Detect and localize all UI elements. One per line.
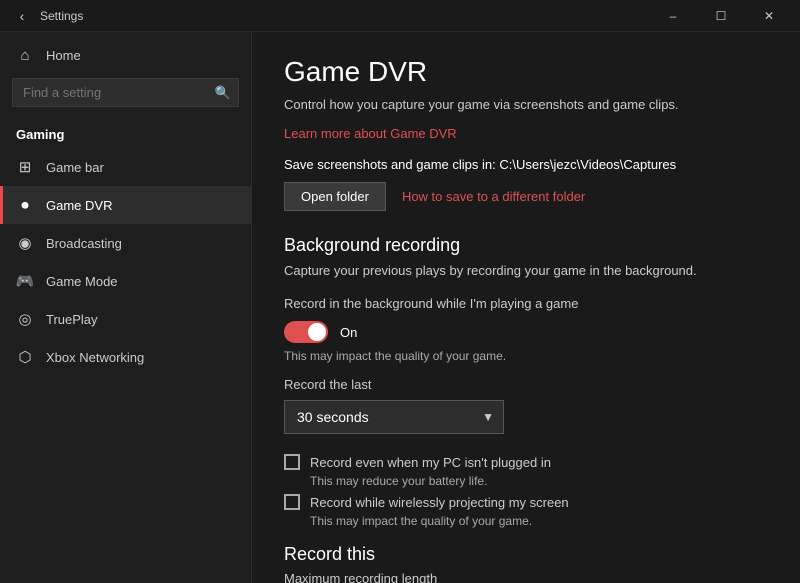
- change-folder-link[interactable]: How to save to a different folder: [402, 189, 585, 204]
- sidebar-item-game-bar[interactable]: ⊞ Game bar: [0, 148, 251, 186]
- window-controls: – ☐ ✕: [650, 0, 792, 32]
- plugged-in-hint: This may reduce your battery life.: [310, 474, 768, 488]
- sidebar: ⌂ Home 🔍 Gaming ⊞ Game bar ⏺ Game DVR ◉ …: [0, 32, 252, 583]
- wireless-project-checkbox-label[interactable]: Record while wirelessly projecting my sc…: [310, 495, 569, 510]
- record-last-dropdown[interactable]: 30 seconds 1 minute 2 minutes 5 minutes …: [284, 400, 504, 434]
- sidebar-item-label-game-bar: Game bar: [46, 160, 104, 175]
- sidebar-item-xbox-networking[interactable]: ⬡ Xbox Networking: [0, 338, 251, 376]
- plugged-in-checkbox[interactable]: [284, 454, 300, 470]
- main-layout: ⌂ Home 🔍 Gaming ⊞ Game bar ⏺ Game DVR ◉ …: [0, 32, 800, 583]
- background-recording-title: Background recording: [284, 235, 768, 256]
- search-input[interactable]: [12, 78, 239, 107]
- maximize-button[interactable]: ☐: [698, 0, 744, 32]
- title-bar-title: Settings: [40, 9, 83, 23]
- background-record-toggle-row: On: [284, 321, 768, 343]
- background-recording-description: Capture your previous plays by recording…: [284, 262, 768, 280]
- sidebar-item-label-xbox-networking: Xbox Networking: [46, 350, 144, 365]
- home-label: Home: [46, 48, 81, 63]
- search-box: 🔍: [12, 78, 239, 107]
- toggle-hint: This may impact the quality of your game…: [284, 349, 768, 363]
- save-path-row: Save screenshots and game clips in: C:\U…: [284, 157, 768, 172]
- toggle-knob: [308, 323, 326, 341]
- minimize-button[interactable]: –: [650, 0, 696, 32]
- record-last-label: Record the last: [284, 377, 768, 392]
- sidebar-item-label-broadcasting: Broadcasting: [46, 236, 122, 251]
- plugged-in-checkbox-label[interactable]: Record even when my PC isn't plugged in: [310, 455, 551, 470]
- sidebar-item-trueplay[interactable]: ◎ TruePlay: [0, 300, 251, 338]
- background-record-toggle[interactable]: [284, 321, 328, 343]
- save-path-value: C:\Users\jezc\Videos\Captures: [499, 157, 676, 172]
- search-icon: 🔍: [215, 85, 231, 101]
- toggle-setting-label: Record in the background while I'm playi…: [284, 296, 768, 311]
- game-dvr-icon: ⏺: [16, 196, 34, 214]
- close-button[interactable]: ✕: [746, 0, 792, 32]
- wireless-project-checkbox-row: Record while wirelessly projecting my sc…: [284, 494, 768, 510]
- sidebar-item-label-game-dvr: Game DVR: [46, 198, 112, 213]
- wireless-project-hint: This may impact the quality of your game…: [310, 514, 768, 528]
- trueplay-icon: ◎: [16, 310, 34, 328]
- sidebar-item-game-dvr[interactable]: ⏺ Game DVR: [0, 186, 251, 224]
- back-button[interactable]: ‹: [8, 2, 36, 30]
- button-row: Open folder How to save to a different f…: [284, 182, 768, 211]
- page-description: Control how you capture your game via sc…: [284, 96, 768, 114]
- record-this-title: Record this: [284, 544, 768, 565]
- sidebar-item-home[interactable]: ⌂ Home: [0, 32, 251, 78]
- sidebar-item-label-trueplay: TruePlay: [46, 312, 98, 327]
- sidebar-section-gaming: Gaming: [0, 119, 251, 148]
- record-last-dropdown-container: 30 seconds 1 minute 2 minutes 5 minutes …: [284, 400, 504, 434]
- title-bar: ‹ Settings – ☐ ✕: [0, 0, 800, 32]
- home-icon: ⌂: [16, 46, 34, 64]
- page-title: Game DVR: [284, 56, 768, 88]
- plugged-in-checkbox-row: Record even when my PC isn't plugged in: [284, 454, 768, 470]
- sidebar-item-broadcasting[interactable]: ◉ Broadcasting: [0, 224, 251, 262]
- save-path-label: Save screenshots and game clips in:: [284, 157, 496, 172]
- content-area: Game DVR Control how you capture your ga…: [252, 32, 800, 583]
- broadcasting-icon: ◉: [16, 234, 34, 252]
- learn-more-link[interactable]: Learn more about Game DVR: [284, 126, 768, 141]
- sidebar-item-game-mode[interactable]: 🎮 Game Mode: [0, 262, 251, 300]
- toggle-state-label: On: [340, 325, 357, 340]
- record-last-dropdown-wrap: 30 seconds 1 minute 2 minutes 5 minutes …: [284, 400, 768, 434]
- sidebar-item-label-game-mode: Game Mode: [46, 274, 118, 289]
- max-recording-label: Maximum recording length: [284, 571, 768, 583]
- wireless-project-checkbox[interactable]: [284, 494, 300, 510]
- xbox-networking-icon: ⬡: [16, 348, 34, 366]
- open-folder-button[interactable]: Open folder: [284, 182, 386, 211]
- game-mode-icon: 🎮: [16, 272, 34, 290]
- game-bar-icon: ⊞: [16, 158, 34, 176]
